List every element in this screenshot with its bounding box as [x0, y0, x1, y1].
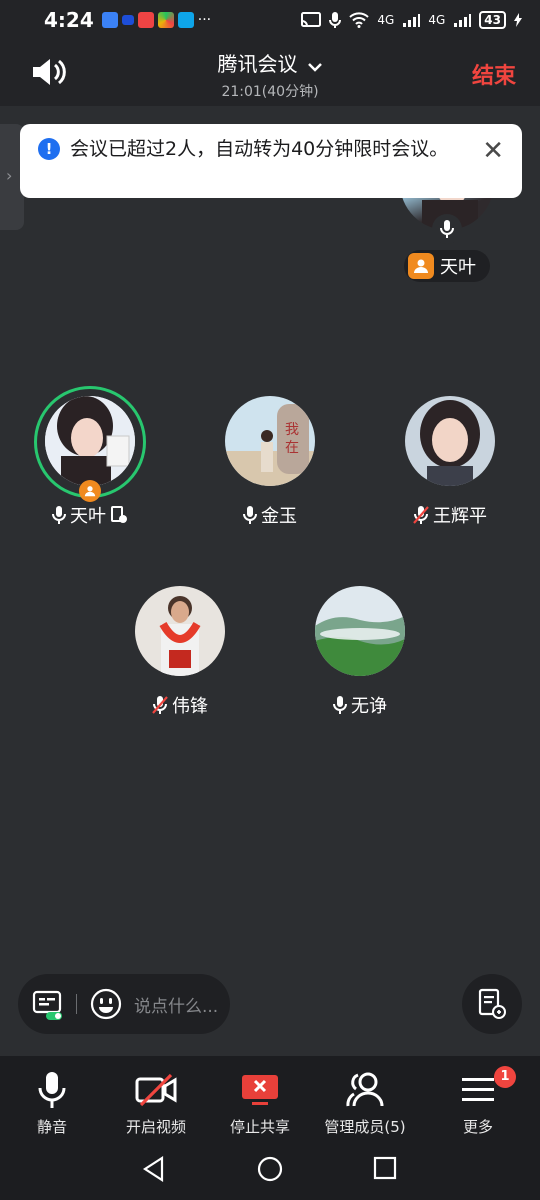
stop-share-icon — [242, 1075, 278, 1105]
more-button[interactable]: 更多 1 — [428, 1066, 528, 1137]
stop-share-button[interactable]: 停止共享 — [210, 1070, 310, 1137]
chat-placeholder[interactable]: 说点什么... — [134, 992, 218, 1017]
app-notification-icon — [101, 12, 118, 28]
more-badge: 1 — [494, 1066, 516, 1088]
chat-input-bar[interactable]: 说点什么... — [18, 974, 230, 1034]
signal-label: 4G — [377, 13, 395, 27]
more-label: 更多 — [462, 1118, 493, 1136]
info-icon: ! — [38, 138, 60, 160]
meeting-title: 腾讯会议 — [217, 52, 298, 76]
participant-name: 无诤 — [351, 696, 387, 717]
avatar — [315, 586, 405, 676]
members-icon — [346, 1072, 384, 1107]
meeting-header: 腾讯会议 21:01(40分钟) 结束 — [0, 40, 540, 106]
cast-icon — [301, 12, 322, 27]
signal-icon — [454, 14, 472, 27]
mic-status-icon — [329, 12, 342, 28]
signal-label: 4G — [428, 13, 446, 27]
participant-name: 王辉平 — [433, 506, 487, 527]
signal-icon — [403, 14, 421, 27]
mic-muted-icon — [413, 506, 429, 524]
participant-name: 天叶 — [70, 506, 106, 527]
app-notification-icon — [157, 12, 174, 28]
host-icon — [79, 480, 101, 502]
back-icon[interactable] — [142, 1156, 166, 1182]
divider — [76, 994, 77, 1014]
menu-icon — [462, 1078, 494, 1101]
mute-label: 静音 — [36, 1118, 67, 1136]
notification-icons: ··· — [101, 12, 212, 28]
share-label: 停止共享 — [229, 1118, 290, 1136]
meeting-info[interactable]: 腾讯会议 21:01(40分钟) — [0, 48, 540, 101]
svg-text:我: 我 — [285, 422, 299, 438]
participant-tile[interactable]: 伟锋 — [90, 586, 270, 718]
host-icon — [408, 253, 434, 279]
manage-members-button[interactable]: 管理成员(5) — [308, 1070, 422, 1137]
meeting-duration: 21:01(40分钟) — [221, 84, 319, 100]
participant-name: 伟锋 — [172, 696, 208, 717]
end-meeting-button[interactable]: 结束 — [472, 58, 516, 90]
chevron-right-icon: › — [6, 166, 13, 185]
subtitle-icon[interactable] — [32, 988, 64, 1020]
mic-on-icon — [243, 506, 257, 524]
avatar: 我 在 — [225, 396, 315, 486]
participant-name: 金玉 — [261, 506, 297, 527]
app-notification-icon — [137, 12, 154, 28]
avatar — [45, 396, 135, 486]
status-time: 4:24 — [44, 8, 94, 32]
system-nav-bar — [0, 1138, 540, 1200]
mic-muted-icon — [152, 696, 168, 714]
participant-label: 金玉 — [180, 502, 360, 528]
recents-icon[interactable] — [373, 1156, 397, 1180]
start-video-button[interactable]: 开启视频 — [106, 1070, 206, 1137]
participant-tile[interactable]: 王辉平 — [360, 396, 540, 528]
mic-on-icon — [333, 696, 347, 714]
app-notification-icon — [121, 15, 134, 25]
participant-label: 王辉平 — [360, 502, 540, 528]
notes-icon — [478, 988, 506, 1019]
members-label: 管理成员(5) — [324, 1118, 406, 1136]
participant-tile[interactable]: 无诤 — [270, 586, 450, 718]
charging-icon — [514, 13, 522, 27]
status-bar: 4:24 ··· 4G 4G 43 — [0, 0, 540, 40]
chevron-down-icon — [307, 62, 322, 72]
home-icon[interactable] — [257, 1156, 283, 1182]
mic-on-icon — [52, 506, 66, 524]
participant-tile[interactable]: 天叶 — [0, 386, 180, 528]
mute-button[interactable]: 静音 — [2, 1070, 102, 1137]
avatar — [405, 396, 495, 486]
close-icon[interactable]: ✕ — [482, 136, 504, 166]
participant-tile[interactable]: 我 在 金玉 — [180, 396, 360, 528]
notes-button[interactable] — [462, 974, 522, 1034]
participant-label: 伟锋 — [90, 692, 270, 718]
floating-name-tag: 天叶 — [404, 250, 490, 282]
battery-level: 43 — [479, 11, 506, 29]
more-notifications-icon: ··· — [197, 12, 212, 28]
video-label: 开启视频 — [125, 1118, 186, 1136]
svg-text:在: 在 — [285, 440, 299, 456]
participant-label: 天叶 — [0, 502, 180, 528]
microphone-icon — [38, 1072, 66, 1108]
video-off-icon — [135, 1073, 177, 1107]
limit-notice-toast: ! 会议已超过2人，自动转为40分钟限时会议。 ✕ — [20, 124, 522, 198]
toast-message: 会议已超过2人，自动转为40分钟限时会议。 — [70, 138, 449, 160]
screen-share-icon — [111, 506, 127, 523]
floating-mic-icon — [432, 214, 462, 244]
app-notification-icon — [177, 12, 194, 28]
emoji-icon[interactable] — [90, 988, 122, 1020]
avatar — [135, 586, 225, 676]
wifi-icon — [349, 12, 370, 28]
floating-name: 天叶 — [440, 257, 476, 278]
participant-label: 无诤 — [270, 692, 450, 718]
